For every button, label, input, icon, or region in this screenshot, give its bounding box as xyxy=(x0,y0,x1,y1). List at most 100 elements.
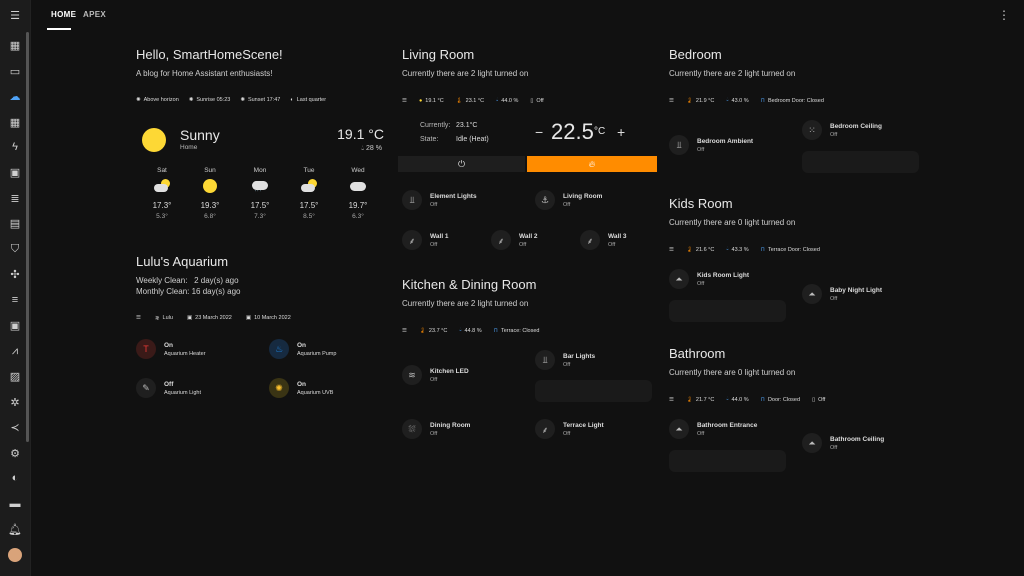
sunrise-chip[interactable]: ✺ Sunrise 05:23 xyxy=(189,97,231,103)
dashboard-icon[interactable]: ▦ xyxy=(0,34,30,56)
sunset-chip[interactable]: ✺ Sunset 17:47 xyxy=(240,97,280,103)
moon-chip[interactable]: ◐ Last quarter xyxy=(290,97,326,103)
fish-chip[interactable]: ⋧ Lulu xyxy=(155,315,173,321)
kids-title: Kids Room xyxy=(669,196,733,211)
door-chip[interactable]: ⊓ Terrace: Closed xyxy=(494,328,540,334)
chart-icon[interactable]: ⩘ xyxy=(0,340,30,362)
media-icon[interactable]: ▣ xyxy=(0,314,30,336)
heat-mode-button[interactable]: 🔥︎ xyxy=(527,156,657,172)
weather-icon[interactable]: ☁ xyxy=(0,85,30,107)
door-chip[interactable]: ⊓ Bedroom Door: Closed xyxy=(761,98,824,104)
menu-chip[interactable]: ☰ xyxy=(136,315,141,321)
light-tile[interactable]: ⁙ Bedroom Ceiling Off xyxy=(802,120,882,140)
empty-slot xyxy=(535,380,652,402)
temp-chip[interactable]: 🌡︎ 21.7 °C xyxy=(686,397,714,403)
menu-chip[interactable]: ☰ xyxy=(669,247,674,253)
light-tile[interactable]: ⏶ Kids Room Light Off xyxy=(669,269,749,289)
server-icon[interactable]: ≡ xyxy=(0,289,30,311)
aquarium-pump-tile[interactable]: ♨ On Aquarium Pump xyxy=(269,339,336,359)
humidity-chip[interactable]: 💧︎ 44.0 % xyxy=(496,97,518,104)
switch-chip[interactable]: ▯ Off xyxy=(530,98,543,104)
shield-icon[interactable]: ⛉ xyxy=(0,238,30,260)
weather-card[interactable]: Sunny Home 19.1 °C 💧︎ 28 % Sat 17.3° 5.3… xyxy=(136,120,386,230)
tile-state: Off xyxy=(430,376,438,383)
tile-state: Off xyxy=(697,146,705,153)
door-chip[interactable]: ⊓ Terrace Door: Closed xyxy=(761,247,820,253)
chip-label: 23.1 °C xyxy=(465,97,485,104)
wall-light-icon: ⸙ xyxy=(580,230,600,250)
menu-chip[interactable]: ☰ xyxy=(402,328,407,334)
light-tile[interactable]: ⫫ Element Lights Off xyxy=(402,190,477,210)
living-title: Living Room xyxy=(402,47,475,62)
humidity-chip[interactable]: 💧︎ 43.3 % xyxy=(726,246,748,253)
light-tile[interactable]: ⫫ Bar Lights Off xyxy=(535,350,595,370)
tab-apex[interactable]: APEX xyxy=(83,0,106,30)
slider-icon[interactable]: ▬ xyxy=(0,493,30,515)
light-tile[interactable]: ⸙ Wall 1 Off xyxy=(402,230,449,250)
temp-chip[interactable]: 🌡︎ 23.1 °C xyxy=(456,98,484,104)
partly-cloudy-icon xyxy=(301,179,317,193)
light-tile[interactable]: ≋ Kitchen LED Off xyxy=(402,365,469,385)
tile-name: Baby Night Light xyxy=(830,286,882,294)
vscode-icon[interactable]: ≺ xyxy=(0,416,30,438)
menu-chip[interactable]: ☰ xyxy=(402,98,407,104)
temp-chip[interactable]: 🌡︎ 21.9 °C xyxy=(686,98,714,104)
forecast-day-name: Sat xyxy=(157,167,167,174)
menu-chip[interactable]: ☰ xyxy=(669,98,674,104)
light-tile[interactable]: ⚓︎ Living Room Off xyxy=(535,190,602,210)
light-tile[interactable]: ⏶ Bathroom Entrance Off xyxy=(669,419,757,439)
temp-chip[interactable]: 🌡︎ 21.6 °C xyxy=(686,247,714,253)
aquarium-light-tile[interactable]: ✎ Off Aquarium Light xyxy=(136,378,201,398)
menu-icon[interactable]: ☰ xyxy=(0,4,30,26)
tile-name: Bedroom Ceiling xyxy=(830,122,883,130)
lamp-icon: ⏶ xyxy=(669,269,689,289)
rain-icon: ' ' ' xyxy=(252,179,268,196)
chip-label: Sunrise 05:23 xyxy=(196,97,231,103)
menu-chip[interactable]: ☰ xyxy=(669,397,674,403)
list-icon[interactable]: ≣ xyxy=(0,187,30,209)
temp-chip[interactable]: ● 19.1 °C xyxy=(419,98,444,104)
calendar-chip[interactable]: ▣ 10 March 2022 xyxy=(246,315,291,321)
chip-label: Terrace Door: Closed xyxy=(767,246,820,253)
light-tile[interactable]: ⫫ Bedroom Ambient Off xyxy=(669,135,753,155)
avatar[interactable] xyxy=(0,544,30,566)
tile-state: Off xyxy=(563,430,571,437)
network-icon[interactable]: ✣ xyxy=(0,263,30,285)
sun-chip[interactable]: ✺ Above horizon xyxy=(136,97,179,103)
light-tile[interactable]: ⸙ Wall 2 Off xyxy=(491,230,538,250)
power-off-button[interactable]: ⏻ xyxy=(398,156,525,172)
temp-chip[interactable]: 🌡︎ 23.7 °C xyxy=(419,328,447,334)
forecast-high: 17.3° xyxy=(152,201,172,210)
settings-icon[interactable]: ✲ xyxy=(0,391,30,413)
energy-icon[interactable]: ϟ xyxy=(0,136,30,158)
more-options-icon[interactable]: ⋮ xyxy=(998,8,1010,22)
increase-button[interactable]: + xyxy=(617,124,625,140)
aquarium-uvb-tile[interactable]: ✺ On Aquarium UVB xyxy=(269,378,333,398)
logbook-icon[interactable]: ▤ xyxy=(0,212,30,234)
setpoint-value: 22.5 xyxy=(551,119,594,144)
dashboard-2-icon[interactable]: ▦ xyxy=(0,111,30,133)
light-tile[interactable]: ⏶ Bathroom Ceiling Off xyxy=(802,433,884,453)
bell-icon[interactable]: 🔔︎ xyxy=(0,518,30,540)
badge-icon[interactable]: ▣ xyxy=(0,161,30,183)
light-tile[interactable]: ⸙ Wall 3 Off xyxy=(580,230,627,250)
light-tile[interactable]: ⏶ Baby Night Light Off xyxy=(802,284,882,304)
decrease-button[interactable]: − xyxy=(535,124,543,140)
gear-icon[interactable]: ⚙ xyxy=(0,442,30,464)
humidity-chip[interactable]: 💧︎ 44.8 % xyxy=(459,327,481,334)
humidity-chip[interactable]: 💧︎ 43.0 % xyxy=(726,97,748,104)
light-tile[interactable]: ⸙ Terrace Light Off xyxy=(535,419,604,439)
humidity-chip[interactable]: 💧︎ 44.0 % xyxy=(726,396,748,403)
tile-state: Off xyxy=(608,241,616,248)
history-icon[interactable]: ▨ xyxy=(0,365,30,387)
monitor-icon[interactable]: ▭ xyxy=(0,60,30,82)
ceiling-light-icon: ⁙ xyxy=(802,120,822,140)
switch-chip[interactable]: ▯ Off xyxy=(812,397,825,403)
light-tile[interactable]: ⛆ Dining Room Off xyxy=(402,419,470,439)
forecast-high: 17.5° xyxy=(299,201,319,210)
compass-icon[interactable]: ◐ xyxy=(0,467,30,489)
calendar-chip[interactable]: ▣ 23 March 2022 xyxy=(187,315,232,321)
tab-home[interactable]: HOME xyxy=(47,0,76,30)
aquarium-heater-tile[interactable]: T On Aquarium Heater xyxy=(136,339,206,359)
door-chip[interactable]: ⊓ Door: Closed xyxy=(761,397,800,403)
